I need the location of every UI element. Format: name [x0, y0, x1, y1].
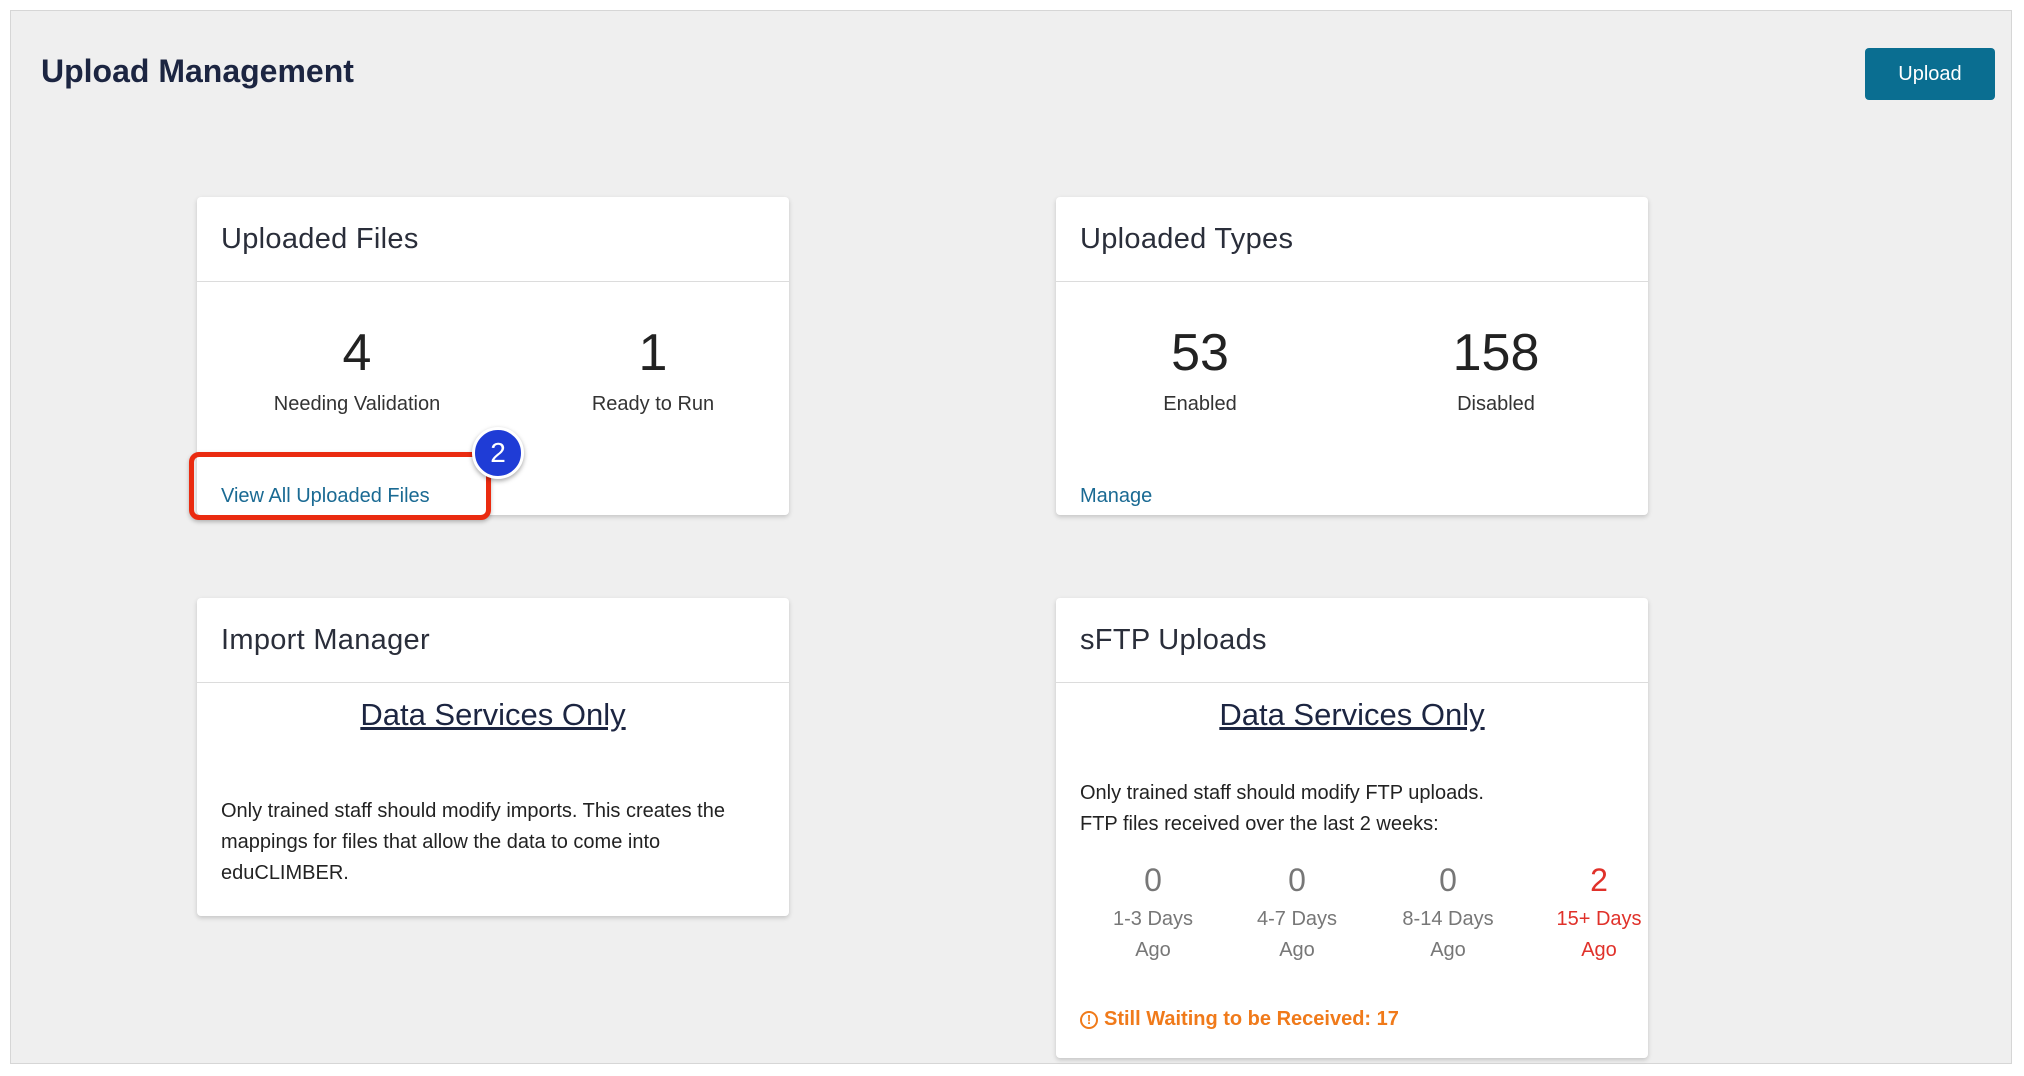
sftp-description: Only trained staff should modify FTP upl… — [1080, 782, 1484, 835]
disabled-count: 158 — [1452, 324, 1540, 382]
enabled-label: Enabled — [1163, 393, 1237, 415]
import-manager-card: Import Manager Data Services Only Only t… — [197, 598, 789, 916]
app-frame: Upload Management Upload Uploaded Files … — [10, 10, 2012, 1064]
needing-validation-stat: 4 Needing Validation — [227, 323, 487, 416]
import-manager-description: Only trained staff should modify imports… — [221, 800, 725, 884]
enabled-stat: 53 Enabled — [1070, 323, 1330, 416]
needing-validation-label: Needing Validation — [273, 393, 441, 415]
sftp-stat-1-3-days: 0 1-3 Days Ago — [1112, 862, 1194, 961]
page-title: Upload Management — [41, 53, 354, 89]
sftp-uploads-card: sFTP Uploads Data Services Only Only tra… — [1056, 598, 1648, 1058]
upload-button[interactable]: Upload — [1865, 48, 1995, 100]
disabled-stat: 158 Disabled — [1366, 323, 1626, 416]
sftp-uploads-title: sFTP Uploads — [1056, 598, 1648, 683]
manage-link[interactable]: Manage — [1080, 485, 1152, 508]
needing-validation-count: 4 — [342, 324, 372, 382]
uploaded-types-title: Uploaded Types — [1056, 197, 1648, 282]
step-number-badge: 2 — [472, 427, 524, 479]
ready-to-run-count: 1 — [638, 324, 668, 382]
highlight-box — [189, 452, 491, 520]
still-waiting-notice: ! Still Waiting to be Received: 17 — [1080, 1008, 1399, 1031]
sftp-data-services-only: Data Services Only — [1219, 697, 1485, 732]
ready-to-run-stat: 1 Ready to Run — [523, 323, 783, 416]
enabled-count: 53 — [1171, 324, 1229, 382]
sftp-stat-15-plus-days: 2 15+ Days Ago — [1556, 862, 1642, 961]
uploaded-files-title: Uploaded Files — [197, 197, 789, 282]
sftp-stat-4-7-days: 0 4-7 Days Ago — [1256, 862, 1338, 961]
warning-icon: ! — [1080, 1010, 1098, 1029]
disabled-label: Disabled — [1457, 393, 1535, 415]
sftp-stat-8-14-days: 0 8-14 Days Ago — [1402, 862, 1494, 961]
still-waiting-text: Still Waiting to be Received: 17 — [1104, 1008, 1399, 1030]
ready-to-run-label: Ready to Run — [591, 393, 715, 415]
import-manager-title: Import Manager — [197, 598, 789, 683]
uploaded-types-card: Uploaded Types 53 Enabled 158 Disabled M… — [1056, 197, 1648, 515]
import-data-services-only: Data Services Only — [360, 697, 626, 732]
